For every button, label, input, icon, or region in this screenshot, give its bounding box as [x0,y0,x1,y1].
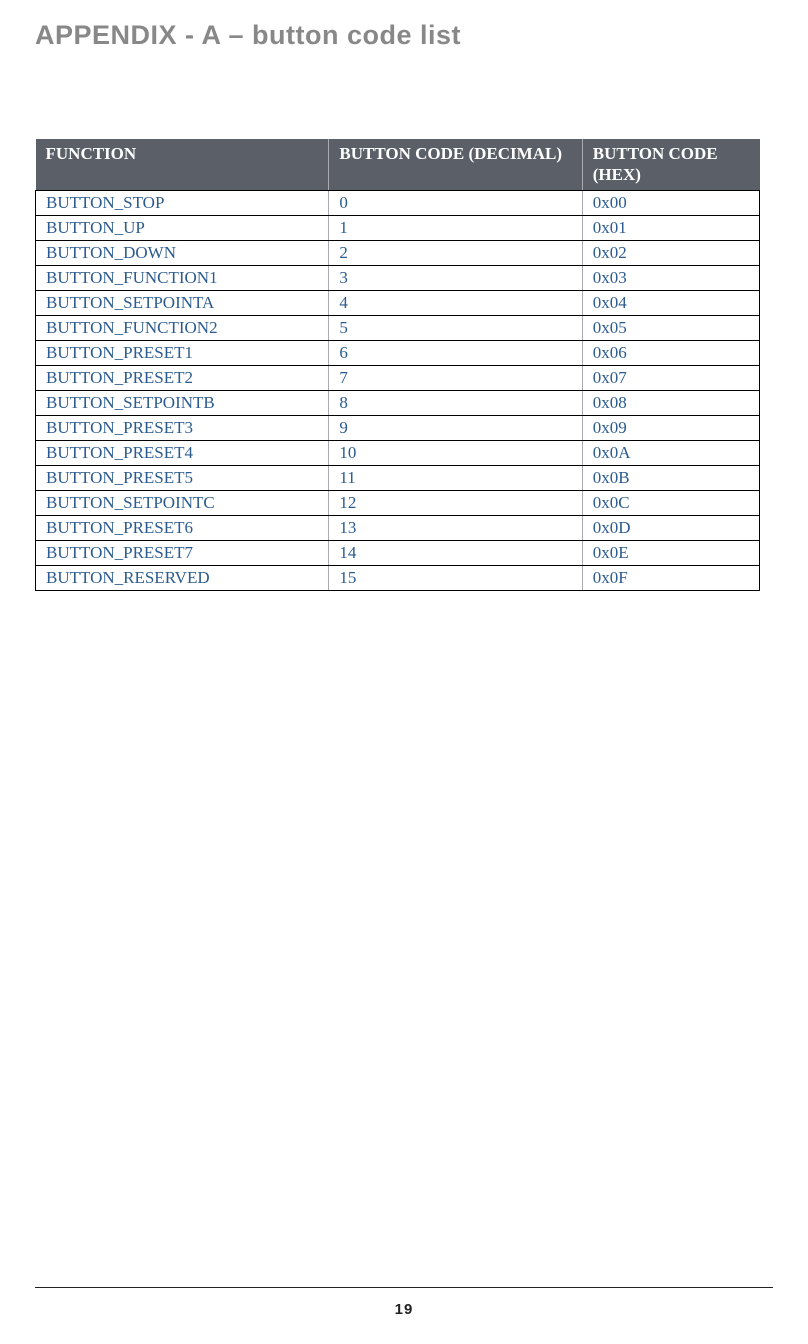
cell-decimal: 13 [329,515,582,540]
table-row: BUTTON_PRESET6130x0D [36,515,760,540]
cell-decimal: 6 [329,340,582,365]
table-row: BUTTON_PRESET390x09 [36,415,760,440]
cell-decimal: 4 [329,290,582,315]
cell-decimal: 5 [329,315,582,340]
table-row: BUTTON_PRESET7140x0E [36,540,760,565]
table-row: BUTTON_RESERVED150x0F [36,565,760,590]
cell-hex: 0x07 [582,365,759,390]
table-row: BUTTON_PRESET5110x0B [36,465,760,490]
cell-function: BUTTON_FUNCTION1 [36,265,329,290]
footer-divider [35,1287,773,1288]
cell-function: BUTTON_UP [36,215,329,240]
cell-function: BUTTON_PRESET1 [36,340,329,365]
table-row: BUTTON_PRESET4100x0A [36,440,760,465]
cell-decimal: 10 [329,440,582,465]
button-code-table: FUNCTION BUTTON CODE (DECIMAL) BUTTON CO… [35,139,760,591]
cell-function: BUTTON_SETPOINTC [36,490,329,515]
cell-hex: 0x03 [582,265,759,290]
cell-hex: 0x04 [582,290,759,315]
cell-function: BUTTON_DOWN [36,240,329,265]
cell-decimal: 7 [329,365,582,390]
cell-hex: 0x06 [582,340,759,365]
cell-hex: 0x0E [582,540,759,565]
page-title: APPENDIX - A – button code list [35,20,773,51]
cell-function: BUTTON_SETPOINTA [36,290,329,315]
cell-function: BUTTON_PRESET3 [36,415,329,440]
cell-function: BUTTON_PRESET2 [36,365,329,390]
table-row: BUTTON_PRESET160x06 [36,340,760,365]
cell-hex: 0x08 [582,390,759,415]
cell-hex: 0x0C [582,490,759,515]
cell-hex: 0x02 [582,240,759,265]
table-row: BUTTON_PRESET270x07 [36,365,760,390]
cell-decimal: 14 [329,540,582,565]
page-number: 19 [0,1301,808,1318]
cell-function: BUTTON_RESERVED [36,565,329,590]
table-row: BUTTON_UP10x01 [36,215,760,240]
cell-hex: 0x0D [582,515,759,540]
cell-function: BUTTON_FUNCTION2 [36,315,329,340]
cell-function: BUTTON_PRESET6 [36,515,329,540]
cell-hex: 0x09 [582,415,759,440]
header-decimal: BUTTON CODE (DECIMAL) [329,139,582,190]
cell-hex: 0x01 [582,215,759,240]
cell-decimal: 8 [329,390,582,415]
table-row: BUTTON_SETPOINTC120x0C [36,490,760,515]
cell-decimal: 12 [329,490,582,515]
cell-hex: 0x0A [582,440,759,465]
cell-hex: 0x0B [582,465,759,490]
cell-hex: 0x05 [582,315,759,340]
cell-decimal: 2 [329,240,582,265]
cell-function: BUTTON_PRESET4 [36,440,329,465]
cell-function: BUTTON_STOP [36,190,329,215]
table-row: BUTTON_FUNCTION130x03 [36,265,760,290]
cell-decimal: 0 [329,190,582,215]
header-hex: BUTTON CODE (HEX) [582,139,759,190]
cell-decimal: 9 [329,415,582,440]
cell-hex: 0x00 [582,190,759,215]
cell-decimal: 3 [329,265,582,290]
cell-decimal: 11 [329,465,582,490]
table-row: BUTTON_FUNCTION250x05 [36,315,760,340]
cell-function: BUTTON_SETPOINTB [36,390,329,415]
cell-hex: 0x0F [582,565,759,590]
table-row: BUTTON_SETPOINTA40x04 [36,290,760,315]
table-row: BUTTON_SETPOINTB80x08 [36,390,760,415]
cell-function: BUTTON_PRESET7 [36,540,329,565]
header-function: FUNCTION [36,139,329,190]
table-row: BUTTON_STOP00x00 [36,190,760,215]
table-row: BUTTON_DOWN20x02 [36,240,760,265]
cell-decimal: 15 [329,565,582,590]
cell-function: BUTTON_PRESET5 [36,465,329,490]
cell-decimal: 1 [329,215,582,240]
